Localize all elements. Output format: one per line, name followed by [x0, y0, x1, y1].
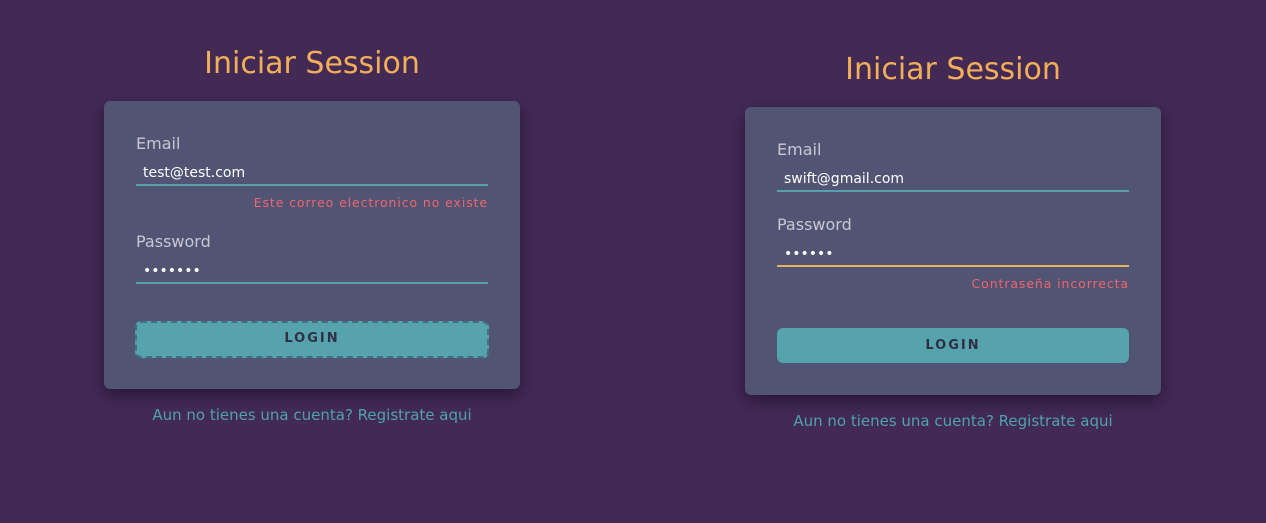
- login-panel-left: Iniciar Session Email test@test.com Este…: [104, 41, 520, 441]
- register-link[interactable]: Aun no tienes una cuenta? Registrate aqu…: [745, 411, 1161, 431]
- password-input[interactable]: ••••••: [777, 241, 1129, 267]
- page-title: Iniciar Session: [845, 52, 1061, 87]
- page-title: Iniciar Session: [204, 46, 420, 81]
- email-label: Email: [136, 134, 181, 153]
- email-error-message: Este correo electronico no existe: [253, 195, 488, 210]
- email-input[interactable]: swift@gmail.com: [777, 166, 1129, 192]
- login-card: Email test@test.com Este correo electron…: [104, 101, 520, 389]
- register-link[interactable]: Aun no tienes una cuenta? Registrate aqu…: [104, 405, 520, 425]
- login-button[interactable]: LOGIN: [777, 328, 1129, 363]
- password-error-message: Contraseña incorrecta: [971, 276, 1129, 291]
- password-input[interactable]: •••••••: [136, 258, 488, 284]
- email-input[interactable]: test@test.com: [136, 160, 488, 186]
- login-button[interactable]: LOGIN: [135, 321, 489, 358]
- password-label: Password: [136, 232, 211, 251]
- login-card: Email swift@gmail.com Password •••••• Co…: [745, 107, 1161, 395]
- email-label: Email: [777, 140, 822, 159]
- password-label: Password: [777, 215, 852, 234]
- login-panel-right: Iniciar Session Email swift@gmail.com Pa…: [745, 47, 1161, 447]
